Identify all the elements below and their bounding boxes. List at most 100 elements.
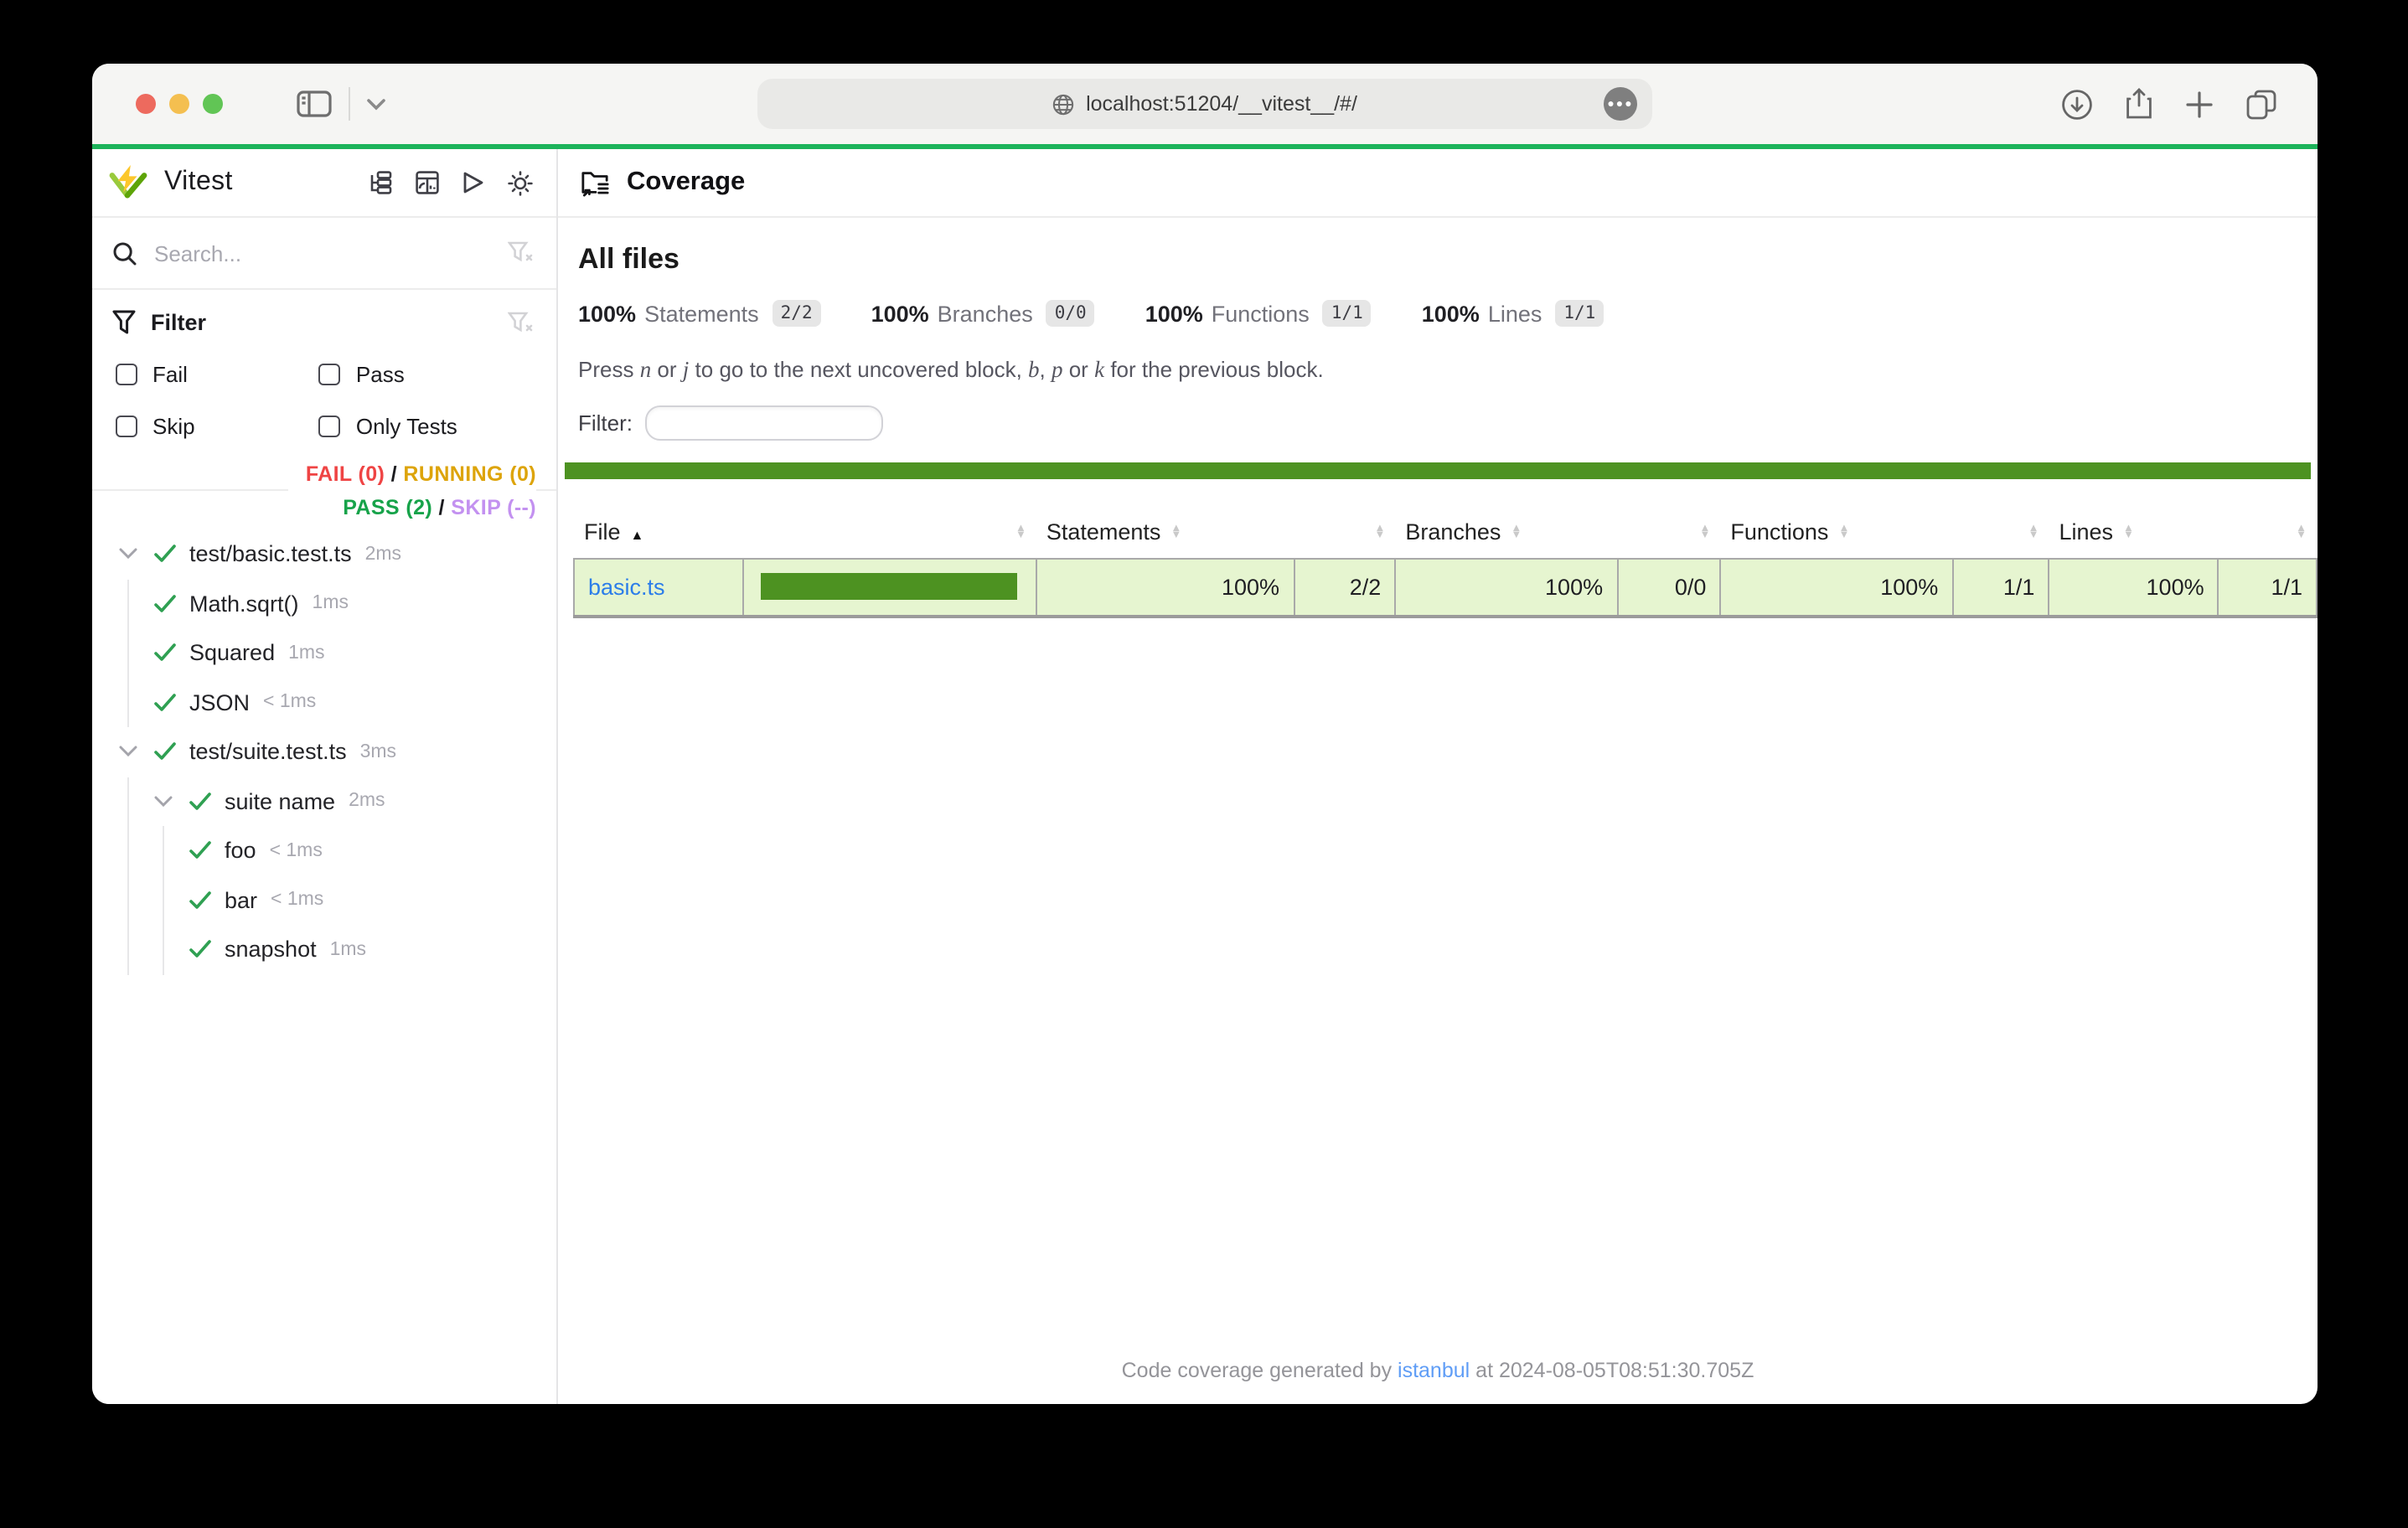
keyboard-hint: Press n or j to go to the next uncovered… (578, 357, 2318, 384)
stat-branches: 100% Branches 0/0 (871, 300, 1095, 327)
duration-label: 1ms (330, 940, 366, 960)
theme-toggle-sun-icon[interactable] (508, 170, 533, 195)
table-header-row: File▲ ▲▼ Statements▲▼ ▲▼ Branches▲▼ (574, 503, 2317, 559)
checkbox[interactable] (319, 416, 341, 437)
column-header-statements[interactable]: Statements▲▼ (1036, 503, 1294, 559)
stat-lines: 100% Lines 1/1 (1422, 300, 1604, 327)
sidebar-toggle-icon[interactable] (297, 90, 332, 117)
tree-item-file[interactable]: test/basic.test.ts 2ms (119, 529, 556, 579)
test-summary: FAIL (0) / RUNNING (0) PASS (2) / SKIP (… (92, 456, 556, 526)
duration-label: 1ms (313, 594, 349, 614)
statements-pct-cell: 100% (1036, 559, 1294, 616)
column-header-chart[interactable]: ▲▼ (743, 503, 1036, 559)
tree-item-test[interactable]: Squared 1ms (119, 628, 556, 678)
browser-window: localhost:51204/__vitest__/#/ ●●● (92, 64, 2318, 1404)
coverage-status-bar (565, 462, 2311, 479)
coverage-filter-input[interactable] (644, 405, 882, 441)
chevron-down-icon[interactable] (119, 746, 141, 758)
filter-funnel-icon (112, 310, 136, 335)
zoom-window-button[interactable] (203, 94, 223, 114)
istanbul-link[interactable]: istanbul (1398, 1359, 1470, 1382)
dashboard-icon[interactable] (416, 171, 439, 194)
tree-item-test[interactable]: bar < 1ms (119, 875, 556, 925)
close-window-button[interactable] (136, 94, 156, 114)
duration-label: 2ms (349, 792, 385, 812)
running-count: RUNNING (0) (403, 462, 536, 486)
tree-item-test[interactable]: foo < 1ms (119, 826, 556, 875)
tree-item-suite[interactable]: suite name 2ms (119, 777, 556, 826)
sort-icon: ▲▼ (2123, 526, 2134, 541)
filter-title: Filter (151, 310, 206, 335)
checkbox[interactable] (319, 364, 341, 385)
column-header-functions[interactable]: Functions▲▼ (1720, 503, 1952, 559)
fail-count: FAIL (0) (306, 462, 385, 486)
clear-filter-icon[interactable] (508, 311, 533, 334)
new-tab-icon[interactable] (2185, 90, 2214, 118)
checkbox[interactable] (116, 364, 137, 385)
filter-label: Filter: (578, 410, 633, 436)
chevron-down-icon[interactable] (367, 98, 385, 110)
tree-item-test[interactable]: snapshot 1ms (119, 925, 556, 974)
address-bar[interactable]: localhost:51204/__vitest__/#/ ●●● (757, 79, 1652, 129)
coverage-chart-cell (743, 559, 1036, 616)
chevron-down-icon[interactable] (154, 796, 176, 808)
pass-check-icon (189, 792, 211, 811)
vitest-sidebar: Vitest (92, 149, 558, 1404)
browser-toolbar: localhost:51204/__vitest__/#/ ●●● (92, 64, 2318, 144)
skip-count: SKIP (--) (451, 496, 536, 519)
column-header-file[interactable]: File▲ (574, 503, 743, 559)
column-header-lines[interactable]: Lines▲▼ (2049, 503, 2218, 559)
duration-label: < 1ms (270, 841, 323, 861)
filter-checkbox-fail[interactable]: Fail (116, 362, 319, 387)
functions-pct-cell: 100% (1720, 559, 1952, 616)
share-icon[interactable] (2125, 87, 2153, 121)
column-header-branches[interactable]: Branches▲▼ (1395, 503, 1617, 559)
pass-check-icon (189, 891, 211, 910)
pass-check-icon (154, 595, 176, 613)
filter-checkbox-skip[interactable]: Skip (116, 414, 319, 439)
duration-label: 1ms (288, 643, 324, 663)
fraction-badge: 1/1 (1323, 300, 1372, 327)
pass-check-icon (154, 743, 176, 761)
duration-label: < 1ms (271, 890, 323, 911)
page-settings-button[interactable]: ●●● (1604, 87, 1637, 121)
search-input[interactable] (154, 240, 508, 266)
chevron-down-icon[interactable] (119, 549, 141, 560)
column-header-lines-frac[interactable]: ▲▼ (2219, 503, 2317, 559)
column-header-functions-frac[interactable]: ▲▼ (1952, 503, 2049, 559)
checkbox[interactable] (116, 416, 137, 437)
coverage-icon (580, 168, 610, 197)
tree-item-test[interactable]: JSON < 1ms (119, 678, 556, 727)
downloads-icon[interactable] (2061, 88, 2093, 120)
filter-checkbox-only-tests[interactable]: Only Tests (319, 414, 533, 439)
sort-icon: ▲▼ (1015, 526, 1026, 541)
globe-icon (1052, 93, 1074, 115)
column-header-branches-frac[interactable]: ▲▼ (1617, 503, 1720, 559)
toolbar-separator (349, 87, 350, 121)
tree-item-test[interactable]: Math.sqrt() 1ms (119, 579, 556, 628)
tree-item-file[interactable]: test/suite.test.ts 3ms (119, 727, 556, 777)
screen: localhost:51204/__vitest__/#/ ●●● (0, 0, 2408, 1528)
duration-label: < 1ms (263, 693, 316, 713)
coverage-stats: 100% Statements 2/2 100% Branches 0/0 10… (578, 300, 2318, 327)
group-by-tree-icon[interactable] (369, 171, 392, 194)
sort-icon: ▲▼ (1838, 526, 1849, 541)
test-explorer-tree: test/basic.test.ts 2ms Math.sqrt() 1ms (92, 526, 556, 974)
run-all-icon[interactable] (462, 171, 484, 194)
pass-check-icon (189, 941, 211, 959)
coverage-panel: Coverage All files 100% Statements 2/2 1… (558, 149, 2318, 1404)
fraction-badge: 0/0 (1046, 300, 1095, 327)
minimize-window-button[interactable] (169, 94, 189, 114)
branches-frac-cell: 0/0 (1617, 559, 1720, 616)
filter-checkbox-pass[interactable]: Pass (319, 362, 533, 387)
file-cell: basic.ts (574, 559, 743, 616)
coverage-fill-bar (761, 574, 1017, 601)
lines-pct-cell: 100% (2049, 559, 2218, 616)
clear-filter-icon[interactable] (508, 241, 533, 265)
tab-overview-icon[interactable] (2245, 88, 2277, 120)
file-link[interactable]: basic.ts (588, 575, 665, 600)
functions-frac-cell: 1/1 (1952, 559, 2049, 616)
sort-icon: ▲▼ (1374, 526, 1385, 541)
branches-pct-cell: 100% (1395, 559, 1617, 616)
column-header-statements-frac[interactable]: ▲▼ (1294, 503, 1395, 559)
